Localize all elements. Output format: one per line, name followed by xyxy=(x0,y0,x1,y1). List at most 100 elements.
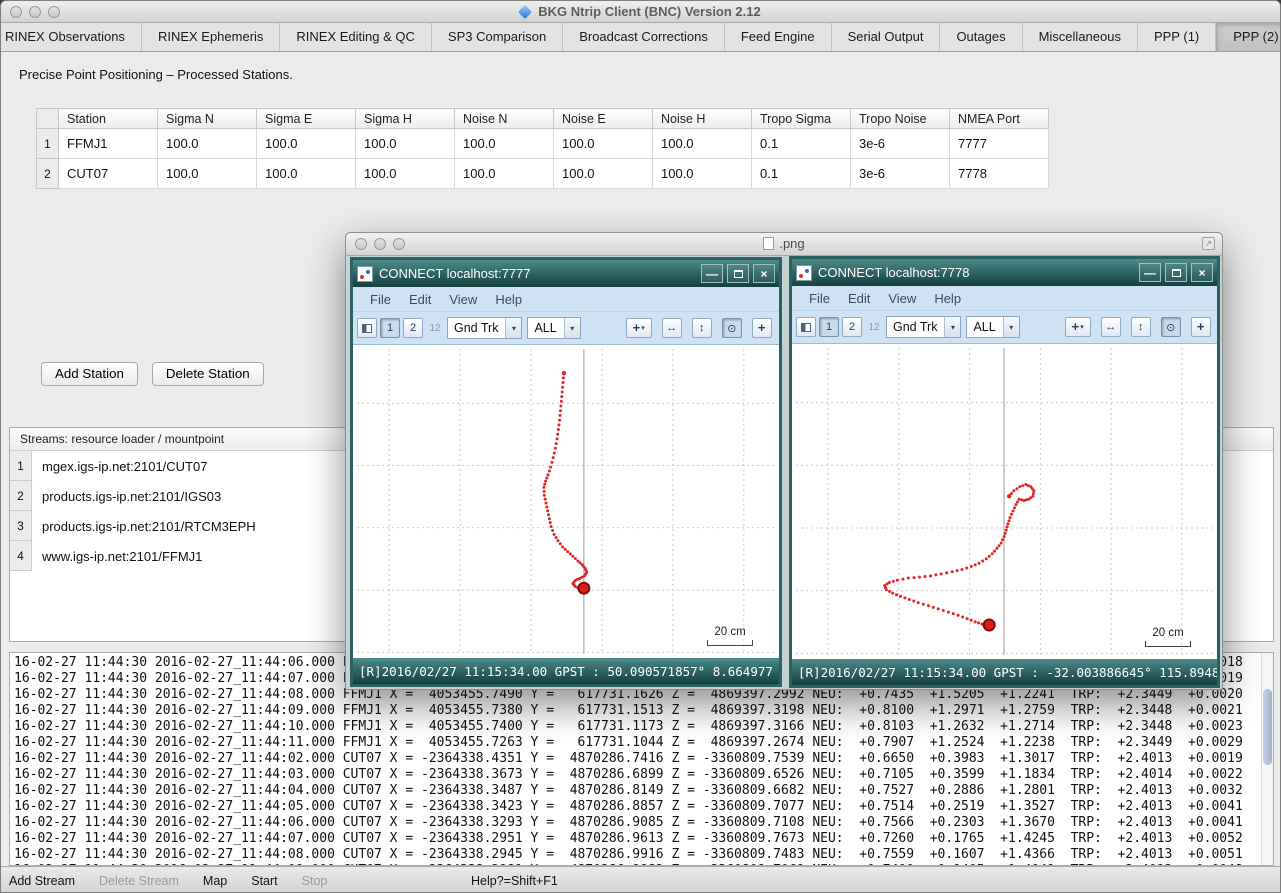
stream-mountpoint: www.igs-ip.net:2101/FFMJ1 xyxy=(32,541,202,571)
station-cell[interactable]: 100.0 xyxy=(356,159,455,189)
crosshair-icon: + xyxy=(1072,322,1080,332)
menu-help[interactable]: Help xyxy=(925,291,970,306)
log-line: 16-02-27 11:44:30 2016-02-27_11:44:09.00… xyxy=(10,703,1273,719)
tab-rinex-observations[interactable]: RINEX Observations xyxy=(1,23,142,51)
tab-serial-output[interactable]: Serial Output xyxy=(832,23,941,51)
menu-edit[interactable]: Edit xyxy=(839,291,879,306)
fit-horizontal-button[interactable]: ↔ xyxy=(1101,317,1121,337)
delete-station-button[interactable]: Delete Station xyxy=(152,362,264,386)
log-line: 16-02-27 11:44:30 2016-02-27_11:44:04.00… xyxy=(10,783,1273,799)
tab-miscellaneous[interactable]: Miscellaneous xyxy=(1023,23,1138,51)
minimize-button[interactable]: — xyxy=(1139,263,1161,282)
maximize-icon xyxy=(1172,269,1181,277)
station-cell[interactable]: 3e-6 xyxy=(851,159,950,189)
window-title: BKG Ntrip Client (BNC) Version 2.12 xyxy=(538,4,760,19)
station-cell[interactable]: 0.1 xyxy=(752,129,851,159)
maximize-button[interactable] xyxy=(1165,263,1187,282)
track-svg xyxy=(792,344,1217,659)
crosshair-button[interactable]: + xyxy=(752,318,772,338)
add-station-button[interactable]: Add Station xyxy=(41,362,138,386)
tab-feed-engine[interactable]: Feed Engine xyxy=(725,23,832,51)
satellite-combo[interactable]: ALL▾ xyxy=(527,317,580,339)
tab-broadcast-corrections[interactable]: Broadcast Corrections xyxy=(563,23,725,51)
add-stream-button[interactable]: Add Stream xyxy=(9,874,75,888)
tab-rinex-ephemeris[interactable]: RINEX Ephemeris xyxy=(142,23,280,51)
station-cell[interactable]: 100.0 xyxy=(554,159,653,189)
fit-vertical-button[interactable]: ↕ xyxy=(1131,317,1151,337)
station-cell[interactable]: 3e-6 xyxy=(851,129,950,159)
rtk-menubar: File Edit View Help xyxy=(353,287,779,311)
track-center-button[interactable]: ⊙ xyxy=(722,318,742,338)
menu-view[interactable]: View xyxy=(879,291,925,306)
tab-ppp-1[interactable]: PPP (1) xyxy=(1138,23,1216,51)
plot-2-button[interactable]: 2 xyxy=(842,317,862,337)
station-cell[interactable]: 100.0 xyxy=(158,129,257,159)
center-origin-button[interactable]: +▾ xyxy=(626,318,652,338)
start-button[interactable]: Start xyxy=(251,874,277,888)
station-cell[interactable]: 100.0 xyxy=(653,159,752,189)
window-title-area: BKG Ntrip Client (BNC) Version 2.12 xyxy=(1,4,1280,19)
station-cell[interactable]: 7777 xyxy=(950,129,1049,159)
maximize-icon xyxy=(734,270,743,278)
menu-file[interactable]: File xyxy=(800,291,839,306)
station-cell[interactable]: CUT07 xyxy=(59,159,158,189)
tab-rinex-editing-qc[interactable]: RINEX Editing & QC xyxy=(280,23,432,51)
plot-2-button[interactable]: 2 xyxy=(403,318,423,338)
menu-file[interactable]: File xyxy=(361,292,400,307)
station-cell[interactable]: 100.0 xyxy=(356,129,455,159)
plot-1-button[interactable]: 1 xyxy=(380,318,400,338)
close-button[interactable]: × xyxy=(753,264,775,283)
chevron-down-icon[interactable]: ▾ xyxy=(564,318,580,338)
center-origin-button[interactable]: +▾ xyxy=(1065,317,1091,337)
fit-horizontal-button[interactable]: ↔ xyxy=(662,318,682,338)
map-button[interactable]: Map xyxy=(203,874,227,888)
menu-help[interactable]: Help xyxy=(486,292,531,307)
plot-type-combo[interactable]: Gnd Trk▾ xyxy=(886,316,961,338)
crosshair-button[interactable]: + xyxy=(1191,317,1211,337)
log-scrollbar[interactable] xyxy=(1261,653,1273,865)
ground-track-plot[interactable]: 20 cm xyxy=(353,344,779,658)
plot-type-combo[interactable]: Gnd Trk▾ xyxy=(447,317,522,339)
station-cell[interactable]: 100.0 xyxy=(257,159,356,189)
station-cell[interactable]: 100.0 xyxy=(158,159,257,189)
expand-icon[interactable]: ↗ xyxy=(1202,237,1215,250)
chevron-down-icon: ▾ xyxy=(641,324,645,332)
page-title: Precise Point Positioning – Processed St… xyxy=(19,67,293,82)
position-readout: [R]2016/02/27 11:15:34.00 GPST : 50.0905… xyxy=(359,664,773,679)
split-view-button[interactable] xyxy=(796,317,816,337)
tab-ppp-2[interactable]: PPP (2) xyxy=(1216,23,1280,51)
maximize-button[interactable] xyxy=(727,264,749,283)
rtkplot-window-7778[interactable]: CONNECT localhost:7778 — × File Edit Vie… xyxy=(789,256,1220,688)
menu-view[interactable]: View xyxy=(440,292,486,307)
tab-outages[interactable]: Outages xyxy=(940,23,1022,51)
log-line: 16-02-27 11:44:30 2016-02-27_11:44:05.00… xyxy=(10,799,1273,815)
chevron-down-icon[interactable]: ▾ xyxy=(505,318,521,338)
ground-track-plot[interactable]: 20 cm xyxy=(792,343,1217,659)
column-header-station: Station xyxy=(59,109,158,129)
station-cell[interactable]: 0.1 xyxy=(752,159,851,189)
fit-vertical-button[interactable]: ↕ xyxy=(692,318,712,338)
menu-edit[interactable]: Edit xyxy=(400,292,440,307)
split-view-button[interactable] xyxy=(357,318,377,338)
log-scroll-thumb[interactable] xyxy=(1263,689,1272,765)
satellite-combo[interactable]: ALL▾ xyxy=(966,316,1019,338)
track-center-button[interactable]: ⊙ xyxy=(1161,317,1181,337)
log-line: 16-02-27 11:44:30 2016-02-27_11:44:02.00… xyxy=(10,751,1273,767)
tab-sp3-comparison[interactable]: SP3 Comparison xyxy=(432,23,563,51)
rtkplot-window-7777[interactable]: CONNECT localhost:7777 — × File Edit Vie… xyxy=(350,257,782,687)
chevron-down-icon[interactable]: ▾ xyxy=(1003,317,1019,337)
position-readout: [R]2016/02/27 11:15:34.00 GPST : -32.003… xyxy=(798,665,1217,680)
station-cell[interactable]: 100.0 xyxy=(653,129,752,159)
station-cell[interactable]: 100.0 xyxy=(554,129,653,159)
station-cell[interactable]: 100.0 xyxy=(455,159,554,189)
close-button[interactable]: × xyxy=(1191,263,1213,282)
station-cell[interactable]: 7778 xyxy=(950,159,1049,189)
station-cell[interactable]: 100.0 xyxy=(257,129,356,159)
station-cell[interactable]: FFMJ1 xyxy=(59,129,158,159)
chevron-down-icon[interactable]: ▾ xyxy=(944,317,960,337)
minimize-button[interactable]: — xyxy=(701,264,723,283)
png-preview-window[interactable]: .png ↗ CONNECT localhost:7777 — × File E… xyxy=(345,232,1223,690)
station-cell[interactable]: 100.0 xyxy=(455,129,554,159)
rtk-menubar: File Edit View Help xyxy=(792,286,1217,310)
plot-1-button[interactable]: 1 xyxy=(819,317,839,337)
